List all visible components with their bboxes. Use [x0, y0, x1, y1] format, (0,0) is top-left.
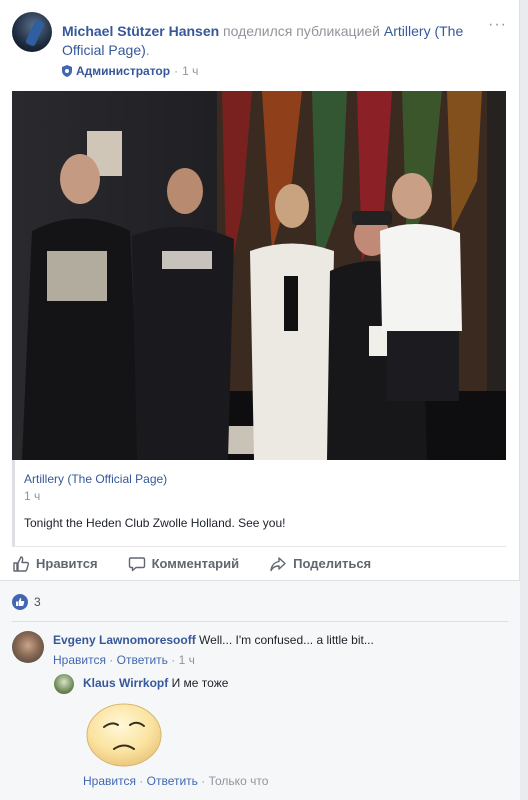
like-button[interactable]: Нравится [12, 555, 98, 573]
band-photo-illustration [12, 91, 506, 460]
comment-text-line: Evgeny Lawnomoresooff Well... I'm confus… [53, 633, 513, 647]
like-label: Нравится [36, 556, 98, 571]
reaction-count: 3 [34, 595, 41, 609]
comment-like-link[interactable]: Нравится [53, 653, 106, 667]
reply-actions: Нравится · Ответить · Только что [83, 774, 269, 788]
comment-time[interactable]: 1 ч [179, 653, 195, 667]
author-avatar[interactable] [12, 12, 52, 52]
feed-post-card: Michael Stützer Hansen поделился публика… [0, 0, 520, 800]
more-options-icon[interactable]: ··· [488, 16, 507, 34]
admin-badge: Администратор [76, 64, 171, 78]
shared-time[interactable]: 1 ч [24, 489, 40, 503]
commenter-name[interactable]: Evgeny Lawnomoresooff [53, 633, 196, 647]
share-label: Поделиться [293, 556, 372, 571]
comments-section: 3 Evgeny Lawnomoresooff Well... I'm conf… [0, 580, 520, 800]
replier-avatar[interactable] [54, 674, 74, 694]
replier-name[interactable]: Klaus Wirrkopf [83, 676, 168, 690]
shield-icon [62, 65, 72, 77]
thumbs-up-icon [13, 555, 30, 572]
post-time-link[interactable]: 1 ч [182, 64, 198, 78]
post-actions-bar: Нравится Комментарий Поделиться [12, 546, 506, 580]
comment-button[interactable]: Комментарий [128, 555, 240, 573]
quote-bar [12, 460, 15, 546]
post-photo[interactable] [12, 91, 506, 460]
share-button[interactable]: Поделиться [269, 555, 371, 573]
post-header-text: Michael Stützer Hansen поделился публика… [62, 22, 492, 60]
reply-body: И ме тоже [171, 676, 229, 690]
thumbs-up-mini-icon [16, 598, 25, 606]
header-period: . [145, 42, 150, 58]
shared-body-text: Tonight the Heden Club Zwolle Holland. S… [24, 516, 286, 530]
meta-dot: · [174, 64, 179, 78]
reply-like-link[interactable]: Нравится [83, 774, 136, 788]
reply-text-line: Klaus Wirrkopf И ме тоже [83, 676, 528, 690]
like-reaction-icon [12, 594, 28, 610]
shared-verb: поделился публикацией [223, 23, 381, 39]
shared-attachment[interactable]: Artillery (The Official Page) 1 ч Tonigh… [12, 460, 506, 546]
comment-icon [128, 556, 145, 571]
share-icon [270, 556, 286, 571]
reply-time[interactable]: Только что [209, 774, 269, 788]
shared-page-name[interactable]: Artillery (The Official Page) [24, 472, 167, 486]
reply-reply-link[interactable]: Ответить [147, 774, 198, 788]
comment-reply-link[interactable]: Ответить [117, 653, 168, 667]
author-name-link[interactable]: Michael Stützer Hansen [62, 23, 219, 39]
comment-label: Комментарий [151, 556, 240, 571]
post-header: Michael Stützer Hansen поделился публика… [12, 12, 507, 82]
divider [12, 621, 508, 622]
comment-body: Well... I'm confused... a little bit... [199, 633, 374, 647]
confused-face-sticker[interactable] [84, 699, 164, 769]
reactions-summary[interactable]: 3 [12, 594, 41, 610]
comment-actions: Нравится · Ответить · 1 ч [53, 653, 195, 667]
post-meta: Администратор · 1 ч [62, 64, 198, 78]
commenter-avatar[interactable] [12, 631, 44, 663]
